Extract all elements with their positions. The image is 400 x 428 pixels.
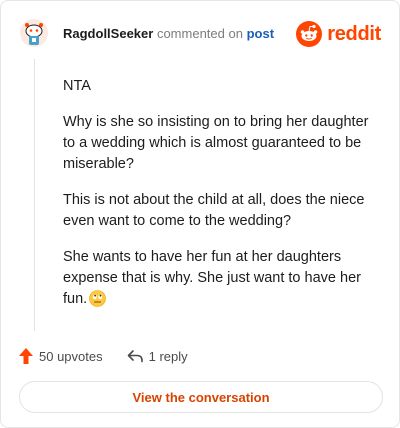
comment-actions: 50 upvotes 1 reply	[19, 346, 188, 366]
brand-wordmark: reddit	[327, 22, 381, 45]
view-conversation-button[interactable]: View the conversation	[19, 381, 383, 413]
commented-label: commented on	[156, 26, 243, 41]
thread-line	[34, 59, 35, 331]
reply-arrow-icon	[127, 350, 143, 363]
reddit-logo[interactable]: reddit	[296, 21, 381, 47]
comment-body: NTA Why is she so insisting on to bring …	[63, 76, 375, 329]
comment-paragraph-last: She wants to have her fun at her daughte…	[63, 247, 375, 314]
upvote-arrow-icon	[19, 348, 33, 364]
reply-button[interactable]: 1 reply	[127, 349, 188, 364]
reddit-logo-icon	[296, 21, 323, 47]
comment-paragraph-text: She wants to have her fun at her daughte…	[63, 249, 361, 307]
comment-header: RagdollSeeker commented on post reddit	[1, 1, 399, 65]
snoo-avatar-icon	[19, 18, 49, 48]
upvote-count: 50 upvotes	[39, 348, 103, 364]
upvote-button[interactable]: 50 upvotes	[19, 348, 103, 364]
post-link[interactable]: post	[247, 26, 274, 41]
author-name[interactable]: RagdollSeeker	[63, 26, 153, 41]
author-line: RagdollSeeker commented on post	[63, 26, 274, 42]
reply-count: 1 reply	[148, 348, 188, 364]
comment-paragraph: NTA	[63, 78, 91, 94]
user-avatar[interactable]	[19, 18, 49, 48]
comment-paragraph: This is not about the child at all, does…	[63, 192, 365, 229]
comment-card: RagdollSeeker commented on post reddit N…	[0, 0, 400, 428]
rolling-eyes-emoji-icon	[89, 290, 106, 314]
comment-paragraph: Why is she so insisting on to bring her …	[63, 114, 369, 172]
